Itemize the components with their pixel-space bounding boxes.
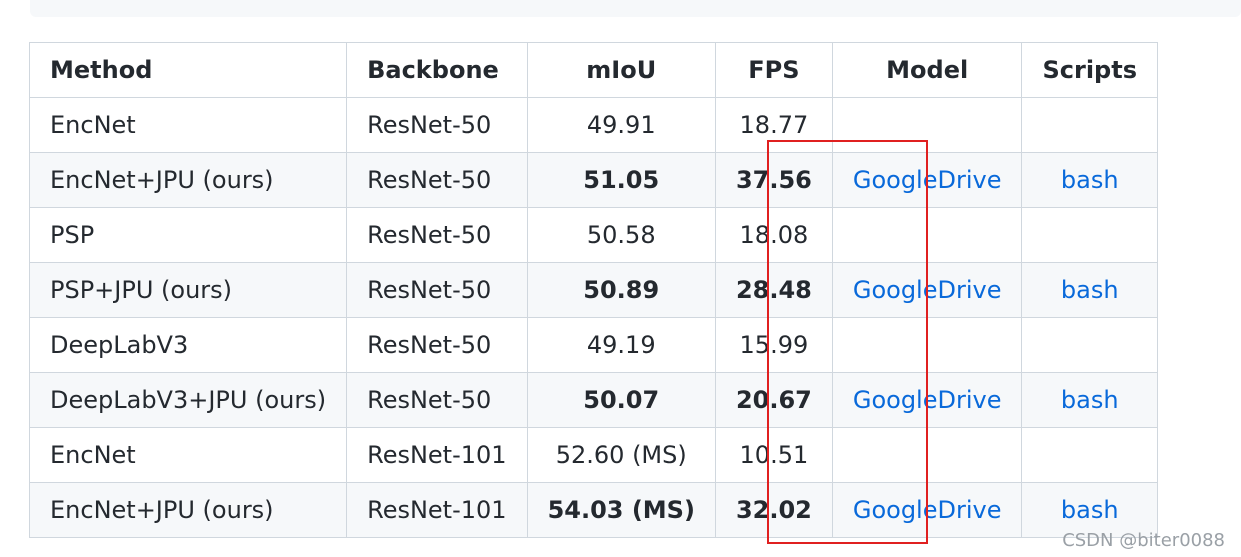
header-model: Model [831,42,1023,98]
cell-method: EncNet+JPU (ours) [28,482,348,538]
cell-method: EncNet [28,97,348,153]
header-fps: FPS [714,42,833,98]
watermark: CSDN @biter0088 [1062,530,1225,551]
bash-link[interactable]: bash [1061,166,1119,194]
cell-backbone: ResNet-50 [346,97,528,153]
table-row: PSP+JPU (ours) ResNet-50 50.89 28.48 GoogleD… [28,262,1158,318]
cell-fps: 15.99 [714,317,833,373]
cell-scripts: bash [1021,152,1158,208]
cell-fps: 18.08 [714,207,833,263]
cell-model [831,207,1023,263]
cell-backbone: ResNet-50 [346,207,528,263]
table-body: EncNet ResNet-50 49.91 18.77 EncNet+JPU (our… [28,97,1158,538]
cell-method: DeepLabV3+JPU (ours) [28,372,348,428]
cell-scripts [1021,317,1158,373]
header-method: Method [28,42,348,98]
cell-backbone: ResNet-50 [346,152,528,208]
results-table: Method Backbone mIoU FPS Model Scripts E… [28,42,1158,538]
cell-miou: 50.89 [526,262,716,318]
cell-fps: 20.67 [714,372,833,428]
googledrive-link[interactable]: GoogleDrive [853,496,1002,524]
cell-miou: 49.91 [526,97,716,153]
bash-link[interactable]: bash [1061,386,1119,414]
cell-fps: 32.02 [714,482,833,538]
code-block-bottom-edge [30,0,1241,17]
cell-model [831,97,1023,153]
cell-fps: 28.48 [714,262,833,318]
cell-miou: 54.03 (MS) [526,482,716,538]
cell-backbone: ResNet-101 [346,482,528,538]
cell-fps: 18.77 [714,97,833,153]
cell-backbone: ResNet-101 [346,427,528,483]
cell-method: EncNet+JPU (ours) [28,152,348,208]
bash-link[interactable]: bash [1061,496,1119,524]
results-table-container: Method Backbone mIoU FPS Model Scripts E… [28,42,1158,538]
cell-method: PSP [28,207,348,263]
cell-model: GoogleDrive [831,482,1023,538]
cell-method: DeepLabV3 [28,317,348,373]
table-header-row: Method Backbone mIoU FPS Model Scripts [28,42,1158,98]
table-row: EncNet+JPU (ours) ResNet-101 54.03 (MS) 32.… [28,482,1158,538]
cell-scripts: bash [1021,372,1158,428]
cell-method: EncNet [28,427,348,483]
cell-fps: 37.56 [714,152,833,208]
table-row: PSP ResNet-50 50.58 18.08 [28,207,1158,263]
table-row: EncNet ResNet-101 52.60 (MS) 10.51 [28,427,1158,483]
cell-scripts [1021,207,1158,263]
cell-miou: 49.19 [526,317,716,373]
googledrive-link[interactable]: GoogleDrive [853,276,1002,304]
cell-scripts [1021,97,1158,153]
cell-backbone: ResNet-50 [346,262,528,318]
header-scripts: Scripts [1021,42,1158,98]
cell-model [831,317,1023,373]
table-row: EncNet ResNet-50 49.91 18.77 [28,97,1158,153]
cell-method: PSP+JPU (ours) [28,262,348,318]
cell-model: GoogleDrive [831,152,1023,208]
cell-backbone: ResNet-50 [346,372,528,428]
cell-miou: 50.07 [526,372,716,428]
cell-miou: 51.05 [526,152,716,208]
googledrive-link[interactable]: GoogleDrive [853,166,1002,194]
cell-backbone: ResNet-50 [346,317,528,373]
cell-miou: 52.60 (MS) [526,427,716,483]
header-miou: mIoU [526,42,716,98]
googledrive-link[interactable]: GoogleDrive [853,386,1002,414]
cell-model [831,427,1023,483]
table-row: EncNet+JPU (ours) ResNet-50 51.05 37.56 Goog… [28,152,1158,208]
cell-fps: 10.51 [714,427,833,483]
table-row: DeepLabV3 ResNet-50 49.19 15.99 [28,317,1158,373]
cell-scripts: bash [1021,262,1158,318]
cell-model: GoogleDrive [831,372,1023,428]
cell-miou: 50.58 [526,207,716,263]
header-backbone: Backbone [346,42,528,98]
bash-link[interactable]: bash [1061,276,1119,304]
table-row: DeepLabV3+JPU (ours) ResNet-50 50.07 20.67 G… [28,372,1158,428]
cell-scripts [1021,427,1158,483]
cell-model: GoogleDrive [831,262,1023,318]
